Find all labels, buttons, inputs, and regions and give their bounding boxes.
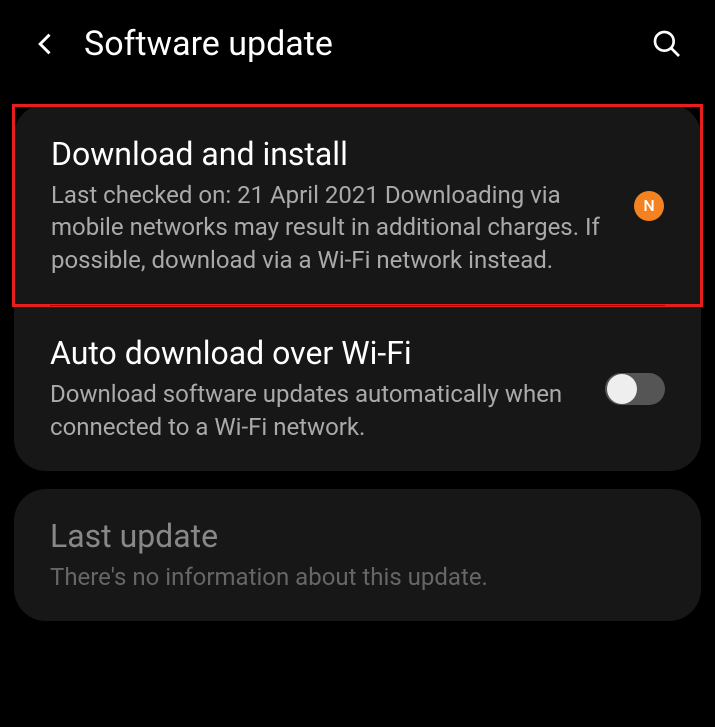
download-install-desc: Last checked on: 21 April 2021 Downloadi… — [51, 179, 614, 276]
search-button[interactable] — [651, 28, 683, 60]
notification-badge: N — [634, 191, 664, 221]
page-title: Software update — [84, 24, 627, 64]
auto-download-toggle[interactable] — [605, 373, 665, 405]
back-button[interactable] — [32, 30, 60, 58]
last-update-card: Last update There's no information about… — [14, 489, 701, 621]
auto-download-item[interactable]: Auto download over Wi-Fi Download softwa… — [14, 306, 701, 471]
settings-card: Download and install Last checked on: 21… — [14, 104, 701, 471]
item-text: Last update There's no information about… — [50, 517, 665, 593]
download-install-item[interactable]: Download and install Last checked on: 21… — [12, 104, 703, 307]
auto-download-desc: Download software updates automatically … — [50, 378, 585, 443]
auto-download-title: Auto download over Wi-Fi — [50, 334, 585, 372]
item-text: Auto download over Wi-Fi Download softwa… — [50, 334, 585, 443]
search-icon — [651, 28, 683, 60]
chevron-left-icon — [32, 30, 60, 58]
last-update-title: Last update — [50, 517, 665, 555]
item-text: Download and install Last checked on: 21… — [51, 135, 614, 276]
download-install-title: Download and install — [51, 135, 614, 173]
toggle-knob — [607, 374, 637, 404]
header: Software update — [0, 0, 715, 88]
last-update-desc: There's no information about this update… — [50, 561, 665, 593]
last-update-item[interactable]: Last update There's no information about… — [14, 489, 701, 621]
